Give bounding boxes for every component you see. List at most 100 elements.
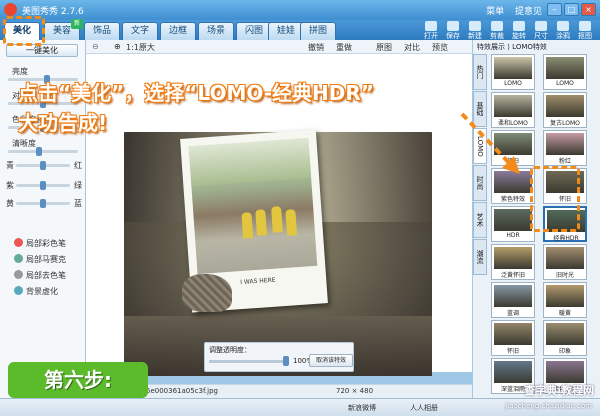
menu-link[interactable]: 菜单 — [486, 7, 504, 17]
opacity-slider-knob[interactable] — [283, 356, 289, 366]
tab-label: 闪图 — [244, 26, 263, 36]
rotate-button[interactable]: 旋转 — [508, 20, 530, 40]
new-badge: 新 — [71, 19, 83, 29]
original-button[interactable]: 原图 — [376, 42, 392, 53]
red-label: 红 — [74, 161, 82, 170]
yellow-blue-knob[interactable] — [40, 199, 46, 208]
step-badge: 第六步: — [8, 362, 148, 398]
tab-doll[interactable]: 娃娃 — [268, 22, 304, 40]
tool-label: 涂鸦 — [556, 32, 570, 40]
cyan-red-knob[interactable] — [40, 161, 46, 170]
scissors-icon — [579, 21, 591, 31]
color-pen-icon — [14, 238, 23, 247]
weibo-share-link[interactable]: 新浪微博 — [348, 403, 376, 413]
cutout-button[interactable]: 抠图 — [574, 20, 596, 40]
undo-button[interactable]: 撤销 — [308, 42, 324, 53]
tab-frame[interactable]: 边框 — [160, 22, 196, 40]
effect-thumbnail[interactable]: 蓝调 — [491, 282, 535, 318]
tool-label: 尺寸 — [534, 32, 548, 40]
zoom-actual-button[interactable]: 1:1原大 — [126, 42, 155, 53]
effect-label: 蓝调 — [506, 310, 519, 317]
polaroid-picture — [188, 138, 318, 275]
folder-icon — [425, 21, 437, 31]
canvas-toolbar: ⊖ ⊕ 1:1原大 撤销 重做 原图 对比 预览 — [86, 40, 472, 54]
effect-preview-image — [494, 285, 532, 307]
tab-label: 美容 — [52, 26, 71, 36]
maximize-button[interactable]: □ — [564, 3, 579, 16]
highlight-classic-hdr — [530, 166, 580, 232]
opacity-slider-track[interactable] — [209, 360, 287, 363]
zoom-out-icon[interactable]: ⊖ — [92, 42, 99, 51]
local-desaturate-pen[interactable]: 局部去色笔 — [14, 270, 66, 281]
feedback-link[interactable]: 提意见 — [515, 7, 542, 17]
tool-label: 局部马赛克 — [26, 255, 66, 264]
resize-button[interactable]: 尺寸 — [530, 20, 552, 40]
tab-makeup[interactable]: 美容新 — [44, 19, 83, 40]
effect-thumbnail[interactable]: 印象 — [543, 320, 587, 356]
tab-label: 娃娃 — [276, 26, 295, 36]
effect-label: 经典HDR — [553, 235, 579, 242]
rotate-icon — [513, 21, 525, 31]
effect-thumbnail[interactable]: 怀旧 — [491, 320, 535, 356]
effect-thumbnail[interactable]: 暖黄 — [543, 282, 587, 318]
background-blur[interactable]: 背景虚化 — [14, 286, 58, 297]
cancel-effect-button[interactable]: 取消该特效 — [309, 354, 353, 367]
save-button[interactable]: 保存 — [442, 20, 464, 40]
sharpness-slider-knob[interactable] — [36, 147, 42, 156]
tool-label: 局部去色笔 — [26, 271, 66, 280]
effect-thumbnail[interactable]: 泛黄怀旧 — [491, 244, 535, 280]
new-button[interactable]: 新建 — [464, 20, 486, 40]
tool-label: 局部彩色笔 — [26, 239, 66, 248]
effect-label: 泛黄怀旧 — [500, 272, 525, 279]
tool-label: 旋转 — [512, 32, 526, 40]
vtab-art[interactable]: 艺术 — [473, 202, 487, 238]
preview-button[interactable]: 预览 — [432, 42, 448, 53]
photo-sky — [188, 138, 312, 187]
crop-icon — [491, 21, 503, 31]
compare-button[interactable]: 对比 — [404, 42, 420, 53]
tool-label: 新建 — [468, 32, 482, 40]
tab-label: 饰品 — [92, 26, 111, 36]
effect-preview-image — [546, 57, 584, 79]
zoom-in-icon[interactable]: ⊕ — [114, 42, 121, 51]
vtab-trend[interactable]: 潮流 — [473, 239, 487, 275]
close-button[interactable]: × — [581, 3, 596, 16]
hand-holding-photo — [182, 274, 232, 312]
open-button[interactable]: 打开 — [420, 20, 442, 40]
new-icon — [469, 21, 481, 31]
minimize-button[interactable]: – — [547, 3, 562, 16]
tab-flash[interactable]: 闪图 — [236, 22, 272, 40]
effect-label: 紫色特效 — [500, 196, 525, 203]
effect-label: 粉红 — [558, 158, 571, 165]
tab-label: 场景 — [206, 26, 225, 36]
redo-button[interactable]: 重做 — [336, 42, 352, 53]
child-figure — [285, 209, 298, 236]
tool-label: 剪裁 — [490, 32, 504, 40]
effect-preview-image — [546, 323, 584, 345]
effects-breadcrumb: 特效展示 ⟩ LOMO特效 — [477, 43, 547, 51]
tab-text[interactable]: 文字 — [122, 22, 158, 40]
save-icon — [447, 21, 459, 31]
effect-label: 旧时光 — [555, 272, 574, 279]
right-toolbar: 打开 保存 新建 剪裁 旋转 尺寸 涂鸦 抠图 — [420, 20, 596, 40]
tab-accessories[interactable]: 饰品 — [84, 22, 120, 40]
desaturate-icon — [14, 270, 23, 279]
renren-share-link[interactable]: 人人相册 — [410, 403, 438, 413]
effect-thumbnail[interactable]: HDR — [491, 206, 535, 242]
sharpness-slider-track[interactable] — [8, 150, 78, 153]
yellow-label: 黄 — [6, 199, 14, 208]
effect-preview-image — [494, 323, 532, 345]
local-color-pen[interactable]: 局部彩色笔 — [14, 238, 66, 249]
purple-green-knob[interactable] — [40, 181, 46, 190]
tab-scene[interactable]: 场景 — [198, 22, 234, 40]
site-url-watermark: jiaocheng.chazidian.com — [505, 402, 592, 410]
crop-button[interactable]: 剪裁 — [486, 20, 508, 40]
doodle-button[interactable]: 涂鸦 — [552, 20, 574, 40]
effect-thumbnail[interactable]: 旧时光 — [543, 244, 587, 280]
effect-label: 暖黄 — [558, 310, 571, 317]
purple-label: 紫 — [6, 181, 14, 190]
local-mosaic[interactable]: 局部马赛克 — [14, 254, 66, 265]
blue-label: 蓝 — [74, 199, 82, 208]
site-watermark: 查字典 教程网 — [524, 384, 594, 397]
tab-collage[interactable]: 拼图 — [300, 22, 336, 40]
